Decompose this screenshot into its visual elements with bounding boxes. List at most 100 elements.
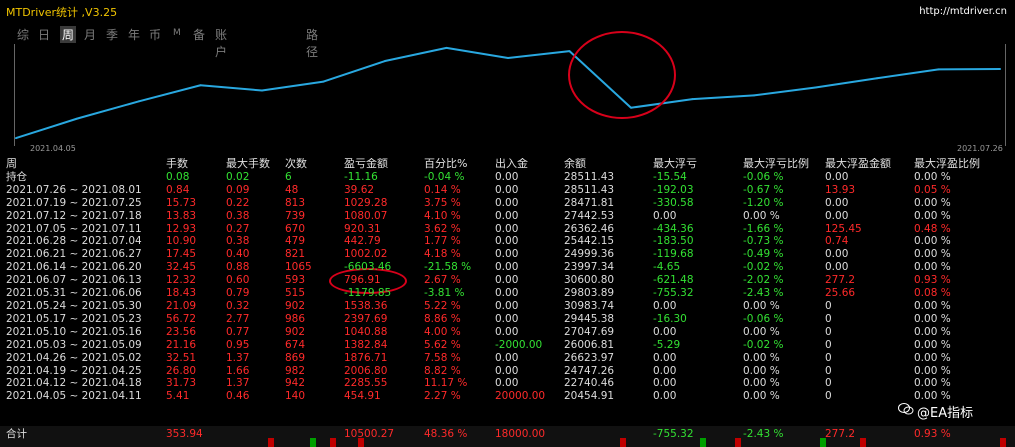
- chart-point: [15, 137, 17, 140]
- chart-point: [384, 60, 386, 63]
- table-cell: -5.29: [653, 338, 681, 351]
- table-cell: 1040.88: [344, 325, 388, 338]
- table-cell: 2.27 %: [424, 390, 461, 403]
- table-cell: -21.58 %: [424, 261, 472, 274]
- table-cell: 21.16: [166, 338, 197, 351]
- table-cell: 0.00: [653, 351, 677, 364]
- table-cell: 30600.80: [564, 274, 615, 287]
- table-cell: 0.00: [495, 274, 519, 287]
- table-cell: 0.00: [825, 261, 849, 274]
- table-cell: 2021.04.19 ~ 2021.04.25: [6, 364, 142, 377]
- table-cell: 515: [285, 287, 306, 300]
- tab-4[interactable]: 季: [106, 26, 118, 43]
- table-cell: 4.00 %: [424, 325, 461, 338]
- table-cell: 0.38: [226, 235, 250, 248]
- tab-3[interactable]: 月: [84, 26, 96, 43]
- table-cell: 1876.71: [344, 351, 388, 364]
- title-bar: MTDriver统计 ,V3.25 http://mtdriver.cn: [0, 0, 1015, 20]
- table-cell: 0.02: [226, 170, 250, 183]
- total-bar-tick: [820, 438, 826, 447]
- table-cell: 27047.69: [564, 325, 615, 338]
- chart-segment: [815, 77, 878, 89]
- table-cell: 125.45: [825, 222, 862, 235]
- table-cell: 2021.07.12 ~ 2021.07.18: [6, 209, 142, 222]
- table-cell: 2.77: [226, 312, 250, 325]
- table-cell: 0.00 %: [914, 170, 951, 183]
- total-bar-tick: [1000, 438, 1006, 447]
- table-cell: -0.02 %: [743, 338, 784, 351]
- website-link[interactable]: http://mtdriver.cn: [919, 6, 1007, 17]
- table-cell: 4.10 %: [424, 209, 461, 222]
- table-cell: 0.79: [226, 287, 250, 300]
- table-row: 2021.05.17 ~ 2021.05.23 56.72 2.77 986 2397.…: [6, 313, 1006, 326]
- table-cell: -0.06 %: [743, 312, 784, 325]
- table-cell: 30983.74: [564, 299, 615, 312]
- table-cell: 3.62 %: [424, 222, 461, 235]
- total-bar-tick: [860, 438, 866, 447]
- tab-2[interactable]: 周: [60, 26, 77, 43]
- tab-8[interactable]: 备: [193, 26, 205, 43]
- table-cell: 1538.36: [344, 299, 388, 312]
- table-cell: 2006.80: [344, 364, 388, 377]
- table-cell: 39.62: [344, 183, 375, 196]
- table-cell: 2021.04.12 ~ 2021.04.18: [6, 377, 142, 390]
- table-cell: 2021.05.24 ~ 2021.05.30: [6, 299, 142, 312]
- table-cell: -755.32: [653, 287, 694, 300]
- table-row: 2021.05.24 ~ 2021.05.30 21.09 0.32 902 1538.…: [6, 300, 1006, 313]
- table-cell: 0.32: [226, 299, 250, 312]
- table-cell: 479: [285, 235, 306, 248]
- chart-point: [138, 100, 140, 103]
- table-cell: -15.54: [653, 170, 687, 183]
- table-cell: 29803.89: [564, 287, 615, 300]
- table-cell: -183.50: [653, 235, 694, 248]
- table-cell: 0.27: [226, 222, 250, 235]
- tab-7[interactable]: M: [173, 28, 181, 38]
- table-cell: 2021.07.05 ~ 2021.07.11: [6, 222, 142, 235]
- chart-start-date: 2021.04.05: [30, 144, 76, 153]
- table-cell: 593: [285, 274, 306, 287]
- tab-5[interactable]: 年: [128, 26, 140, 43]
- table-cell: 0.00: [495, 196, 519, 209]
- chart-point: [261, 89, 263, 92]
- table-cell: 5.41: [166, 390, 190, 403]
- table-cell: 2285.55: [344, 377, 388, 390]
- table-cell: 1.37: [226, 351, 250, 364]
- table-cell: [226, 428, 285, 441]
- table-cell: 31.73: [166, 377, 197, 390]
- table-cell: 0.00: [495, 299, 519, 312]
- table-cell: 手数: [166, 158, 188, 170]
- table-cell: 13.83: [166, 209, 197, 222]
- table-cell: 28511.43: [564, 183, 615, 196]
- table-cell: 最大浮盈比例: [914, 158, 980, 170]
- table-cell: [564, 428, 653, 441]
- chart-segment: [507, 50, 570, 59]
- table-cell: 0: [825, 338, 832, 351]
- chart-segment: [261, 80, 324, 92]
- tab-6[interactable]: 币: [149, 26, 161, 43]
- chart-point: [76, 117, 79, 120]
- table-cell: 0.00 %: [914, 325, 951, 338]
- table-cell: 0.00: [653, 364, 677, 377]
- table-cell: 0: [825, 377, 832, 390]
- total-bar-tick: [330, 438, 336, 447]
- table-cell: 20454.91: [564, 390, 615, 403]
- table-cell: 11.17 %: [424, 377, 468, 390]
- table-row: 2021.04.26 ~ 2021.05.02 32.51 1.37 869 1876.…: [6, 352, 1006, 365]
- table-row: 2021.07.12 ~ 2021.07.18 13.83 0.38 739 1080.…: [6, 210, 1006, 223]
- table-cell: 21.09: [166, 299, 197, 312]
- total-bar-tick: [310, 438, 316, 447]
- table-cell: -3.81 %: [424, 287, 465, 300]
- table-cell: 0: [825, 351, 832, 364]
- table-cell: 0.00: [653, 390, 677, 403]
- table-cell: 12.32: [166, 274, 197, 287]
- table-cell: 27442.53: [564, 209, 615, 222]
- table-cell: 0.48 %: [914, 222, 951, 235]
- total-table: 合计 353.94 10500.27 48.36 % 18000.00 -755.32 -2…: [6, 428, 1006, 441]
- table-row: 2021.04.05 ~ 2021.04.11 5.41 0.46 140 454.91…: [6, 390, 1006, 403]
- table-cell: 796.91: [344, 274, 381, 287]
- table-cell: -119.68: [653, 248, 694, 261]
- tab-1[interactable]: 日: [38, 26, 50, 43]
- table-cell: 合计: [6, 428, 27, 440]
- tab-0[interactable]: 综: [17, 26, 29, 43]
- table-cell: 1.66: [226, 364, 250, 377]
